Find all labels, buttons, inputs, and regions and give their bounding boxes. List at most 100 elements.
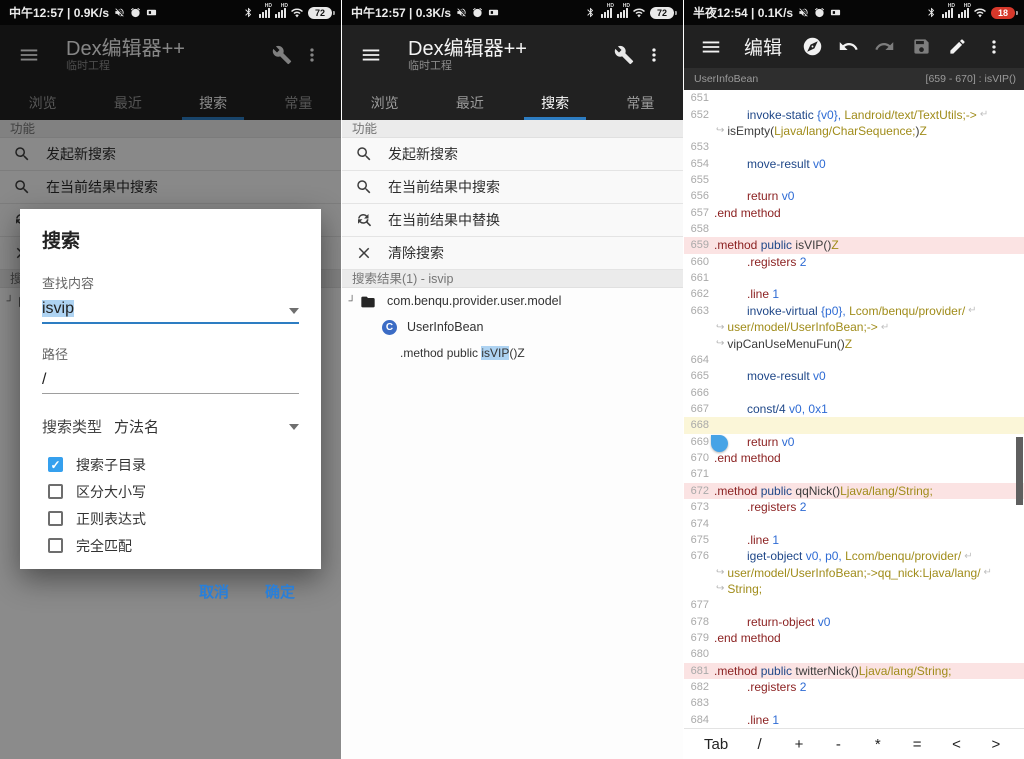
hamburger-menu-icon[interactable] xyxy=(696,32,726,62)
line-number: 673 xyxy=(684,501,714,513)
code-line[interactable]: 676iget-object v0, p0, Lcom/benqu/provid… xyxy=(684,548,1024,564)
tab-4[interactable]: 常量 xyxy=(598,85,683,120)
code-line[interactable]: 682.registers 2 xyxy=(684,679,1024,695)
option-checkbox-row[interactable]: ✓搜索子目录 xyxy=(48,451,299,478)
symbol-key[interactable]: < xyxy=(949,736,965,753)
dropdown-caret-icon[interactable] xyxy=(289,424,299,430)
search-type-dropdown[interactable]: 搜索类型 方法名 xyxy=(42,416,299,437)
code-line[interactable]: 656return v0 xyxy=(684,188,1024,204)
result-method-row[interactable]: .method public isVIP()Z xyxy=(342,340,683,366)
panel-search-dialog: 中午12:57 | 0.9K/s HD HD 72 Dex编辑器++ 临时工程 xyxy=(0,0,341,759)
code-line[interactable]: 652invoke-static {v0}, Landroid/text/Tex… xyxy=(684,106,1024,122)
code-line[interactable]: 675.line 1 xyxy=(684,532,1024,548)
code-line[interactable]: 669return v0 xyxy=(684,434,1024,450)
edit-pencil-icon[interactable] xyxy=(942,32,972,62)
find-input[interactable]: isvip xyxy=(42,300,299,324)
code-line[interactable]: 678return-object v0 xyxy=(684,614,1024,630)
signal-icon: HD xyxy=(275,8,286,18)
code-line[interactable]: 665move-result v0 xyxy=(684,368,1024,384)
checkbox-unchecked-icon[interactable] xyxy=(48,484,63,499)
code-line[interactable]: 667const/4 v0, 0x1 xyxy=(684,401,1024,417)
line-number: 683 xyxy=(684,697,714,709)
code-line[interactable]: 663invoke-virtual {p0}, Lcom/benqu/provi… xyxy=(684,303,1024,319)
line-number: 662 xyxy=(684,288,714,300)
checkbox-checked-icon[interactable]: ✓ xyxy=(48,457,63,472)
redo-icon[interactable] xyxy=(870,32,900,62)
symbol-key[interactable]: / xyxy=(752,736,768,753)
text-cursor-handle[interactable] xyxy=(711,435,728,452)
symbol-key[interactable]: + xyxy=(791,736,807,753)
option-checkbox-row[interactable]: 区分大小写 xyxy=(48,478,299,505)
code-line[interactable]: 653 xyxy=(684,139,1024,155)
scrollbar-thumb[interactable] xyxy=(1016,437,1023,505)
overflow-menu-icon[interactable] xyxy=(639,40,669,70)
code-line[interactable]: 684.line 1 xyxy=(684,712,1024,728)
alarm-icon xyxy=(814,7,825,18)
code-line[interactable]: ↪String; xyxy=(684,581,1024,597)
line-number: 676 xyxy=(684,550,714,562)
code-token: v0 xyxy=(818,615,831,629)
ok-button[interactable]: 确定 xyxy=(265,581,295,602)
code-line[interactable]: 655 xyxy=(684,172,1024,188)
symbol-key[interactable]: Tab xyxy=(704,736,728,753)
menu-item[interactable]: 清除搜索 xyxy=(342,237,683,270)
navigate-compass-icon[interactable] xyxy=(797,32,827,62)
code-line[interactable]: 673.registers 2 xyxy=(684,499,1024,515)
code-line[interactable]: 658 xyxy=(684,221,1024,237)
symbol-key[interactable]: = xyxy=(909,736,925,753)
symbol-key[interactable]: * xyxy=(870,736,886,753)
wrench-icon[interactable] xyxy=(609,40,639,70)
path-input[interactable]: / xyxy=(42,371,299,394)
result-class-row[interactable]: CUserInfoBean xyxy=(342,314,683,340)
code-line[interactable]: ↪user/model/UserInfoBean;->qq_nick:Ljava… xyxy=(684,564,1024,580)
option-checkbox-row[interactable]: 完全匹配 xyxy=(48,532,299,559)
code-line[interactable]: 651 xyxy=(684,90,1024,106)
code-editor[interactable]: 651652invoke-static {v0}, Landroid/text/… xyxy=(684,90,1024,728)
cancel-button[interactable]: 取消 xyxy=(199,581,229,602)
symbol-key[interactable]: - xyxy=(830,736,846,753)
collapse-icon[interactable]: ┘ xyxy=(344,296,360,307)
editor-toolbar: 编辑 xyxy=(684,25,1024,68)
code-line[interactable]: 680 xyxy=(684,646,1024,662)
code-line[interactable]: 661 xyxy=(684,270,1024,286)
dropdown-caret-icon[interactable] xyxy=(289,308,299,314)
code-line[interactable]: 671 xyxy=(684,466,1024,482)
code-line[interactable]: 674 xyxy=(684,515,1024,531)
code-line[interactable]: 660.registers 2 xyxy=(684,254,1024,270)
code-line[interactable]: 677 xyxy=(684,597,1024,613)
menu-item[interactable]: 在当前结果中搜索 xyxy=(342,171,683,204)
search-menu: 发起新搜索在当前结果中搜索在当前结果中替换清除搜索 xyxy=(342,138,683,270)
code-line[interactable]: 659.method public isVIP()Z xyxy=(684,237,1024,253)
tab-2[interactable]: 最近 xyxy=(427,85,512,120)
overflow-menu-icon[interactable] xyxy=(979,32,1009,62)
code-line[interactable]: ↪user/model/UserInfoBean;->↵ xyxy=(684,319,1024,335)
checkbox-unchecked-icon[interactable] xyxy=(48,511,63,526)
checkbox-unchecked-icon[interactable] xyxy=(48,538,63,553)
breadcrumb-range: [659 - 670] : isVIP() xyxy=(926,73,1016,85)
symbol-key[interactable]: > xyxy=(988,736,1004,753)
code-line[interactable]: 664 xyxy=(684,352,1024,368)
hamburger-menu-icon[interactable] xyxy=(356,40,386,70)
undo-icon[interactable] xyxy=(834,32,864,62)
code-line[interactable]: ↪isEmpty(Ljava/lang/CharSequence;)Z xyxy=(684,123,1024,139)
menu-item[interactable]: 发起新搜索 xyxy=(342,138,683,171)
code-line[interactable]: 672.method public qqNick()Ljava/lang/Str… xyxy=(684,483,1024,499)
code-line[interactable]: ↪vipCanUseMenuFun()Z xyxy=(684,335,1024,351)
result-package-row[interactable]: ┘com.benqu.provider.user.model xyxy=(342,288,683,314)
tab-1[interactable]: 浏览 xyxy=(342,85,427,120)
tab-3[interactable]: 搜索 xyxy=(513,85,598,120)
code-line[interactable]: 681.method public twitterNick()Ljava/lan… xyxy=(684,663,1024,679)
code-line[interactable]: 662.line 1 xyxy=(684,286,1024,302)
code-line[interactable]: 654move-result v0 xyxy=(684,155,1024,171)
app-title: Dex编辑器++ xyxy=(408,38,609,60)
option-checkbox-row[interactable]: 正则表达式 xyxy=(48,505,299,532)
code-line[interactable]: 670.end method xyxy=(684,450,1024,466)
code-line[interactable]: 679.end method xyxy=(684,630,1024,646)
code-line[interactable]: 657.end method xyxy=(684,205,1024,221)
code-line[interactable]: 668 xyxy=(684,417,1024,433)
code-token: 0x1 xyxy=(808,402,827,416)
code-line[interactable]: 666 xyxy=(684,384,1024,400)
menu-item[interactable]: 在当前结果中替换 xyxy=(342,204,683,237)
save-icon[interactable] xyxy=(906,32,936,62)
code-line[interactable]: 683 xyxy=(684,695,1024,711)
